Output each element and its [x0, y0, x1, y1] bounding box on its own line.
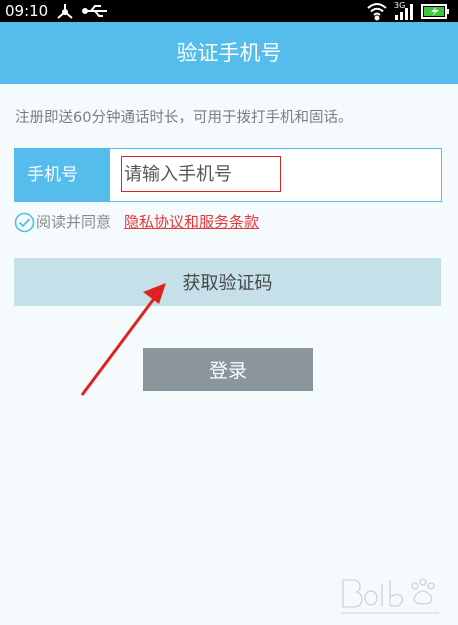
annotation-arrow-icon [80, 283, 166, 396]
get-code-button[interactable]: 获取验证码 [14, 258, 441, 306]
promo-text: 注册即送60分钟通话时长，可用于拨打手机和固话。 [15, 110, 353, 126]
battery-icon [421, 4, 449, 19]
page-title: 验证手机号 [176, 41, 282, 65]
network-type-label: 3G [394, 1, 405, 10]
agreement-text: 阅读并同意 [36, 213, 112, 231]
network-share-icon [57, 4, 73, 19]
page-header: 验证手机号 [0, 22, 458, 84]
status-time: 09:10 [5, 2, 49, 20]
status-bar: 09:10 3G [0, 0, 458, 22]
phone-input-row: 手机号 [14, 148, 442, 202]
login-button[interactable]: 登录 [143, 348, 313, 391]
baidu-watermark-logo [341, 578, 439, 614]
phone-input[interactable] [121, 156, 281, 192]
status-left-icons [57, 4, 107, 19]
check-circle-icon[interactable] [14, 212, 35, 233]
usb-icon [82, 5, 107, 17]
wifi-icon [367, 3, 387, 21]
privacy-terms-link[interactable]: 隐私协议和服务条款 [124, 212, 259, 233]
status-right-icons: 3G [367, 1, 449, 21]
phone-label: 手机号 [15, 149, 110, 201]
